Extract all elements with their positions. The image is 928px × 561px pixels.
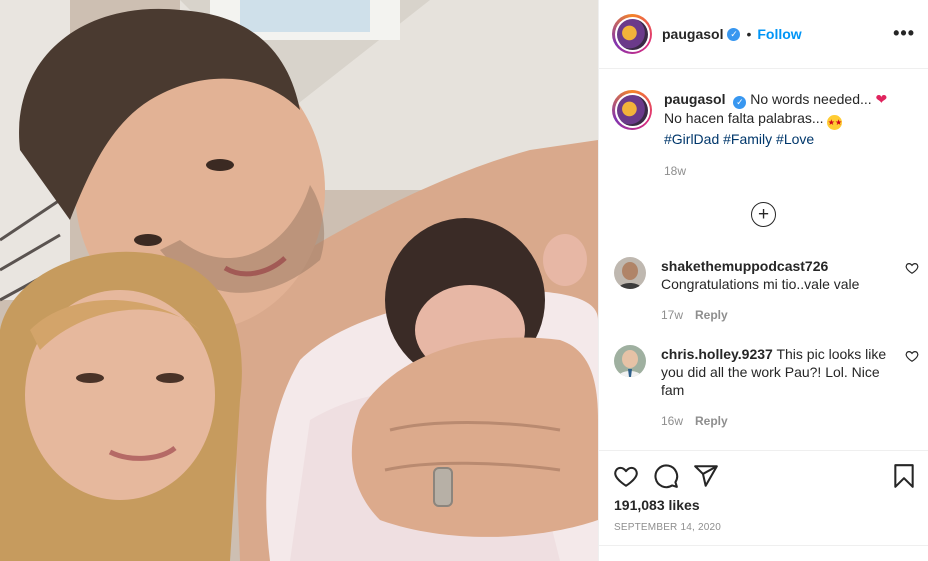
comment-username[interactable]: chris.holley.9237: [661, 346, 773, 362]
post-header: paugasol ✓ • Follow •••: [599, 0, 928, 69]
instagram-post-window: paugasol ✓ • Follow ••• paugasol ✓ No wo…: [0, 0, 928, 561]
comment-username[interactable]: shakethemuppodcast726: [661, 257, 889, 275]
post-caption: paugasol ✓ No words needed... ❤ No hacen…: [612, 90, 917, 180]
commenter-avatar[interactable]: [614, 257, 646, 289]
caption-avatar[interactable]: [612, 90, 652, 130]
comment-timestamp: 17w: [661, 308, 684, 322]
star-struck-emoji-icon: ★★: [827, 115, 843, 130]
speech-bubble-icon[interactable]: [653, 463, 679, 489]
comment-body: chris.holley.9237 This pic looks like yo…: [661, 345, 889, 399]
likes-count[interactable]: 191,083 likes: [614, 497, 700, 513]
comment-text: Congratulations mi tio..vale vale: [661, 276, 860, 292]
post-sidebar: paugasol ✓ • Follow ••• paugasol ✓ No wo…: [598, 0, 928, 561]
caption-line-2: No hacen falta palabras...: [664, 110, 828, 126]
reply-button[interactable]: Reply: [695, 414, 728, 428]
comment-meta: 16w Reply: [661, 414, 728, 428]
caption-text-block: paugasol ✓ No words needed... ❤ No hacen…: [664, 90, 887, 180]
reply-button[interactable]: Reply: [695, 308, 728, 322]
commenter-avatar[interactable]: [614, 345, 646, 377]
more-options-icon[interactable]: •••: [893, 24, 915, 42]
post-date: SEPTEMBER 14, 2020: [614, 522, 721, 533]
divider: [599, 545, 928, 546]
follow-button[interactable]: Follow: [757, 26, 801, 42]
caption-line-1: No words needed...: [750, 91, 876, 107]
bookmark-icon[interactable]: [891, 463, 917, 489]
author-avatar[interactable]: [612, 14, 652, 54]
comment-timestamp: 16w: [661, 414, 684, 428]
caption-timestamp: 18w: [664, 164, 687, 178]
comment-like-heart-icon[interactable]: [905, 349, 919, 363]
hashtag-family[interactable]: #Family: [723, 131, 772, 147]
plus-circle-icon[interactable]: +: [751, 202, 776, 227]
action-bar: 191,083 likes SEPTEMBER 14, 2020: [599, 450, 928, 561]
verified-badge-icon: ✓: [727, 27, 741, 41]
family-photo-illustration: [0, 0, 598, 561]
post-photo[interactable]: [0, 0, 598, 561]
heart-outline-icon[interactable]: [613, 463, 639, 489]
separator-dot: •: [746, 26, 752, 42]
hashtag-girldad[interactable]: #GirlDad: [664, 131, 719, 147]
comment-like-heart-icon[interactable]: [905, 261, 919, 275]
red-heart-emoji-icon: ❤: [875, 91, 888, 107]
comment-body: shakethemuppodcast726 Congratulations mi…: [661, 257, 889, 293]
author-username[interactable]: paugasol: [662, 26, 723, 42]
paper-plane-icon[interactable]: [693, 463, 719, 489]
caption-username[interactable]: paugasol: [664, 91, 725, 107]
hashtag-love[interactable]: #Love: [776, 131, 814, 147]
comment-meta: 17w Reply: [661, 308, 728, 322]
verified-badge-icon: ✓: [733, 96, 747, 109]
